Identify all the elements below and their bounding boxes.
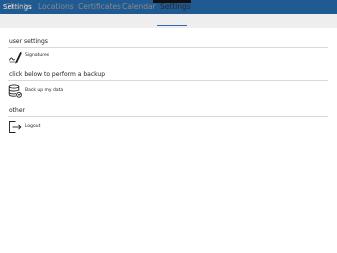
logout-icon xyxy=(8,119,22,133)
tab-settings[interactable]: Settings xyxy=(160,2,191,12)
signature-pen-icon xyxy=(8,49,22,64)
backup-item[interactable]: Back up my data xyxy=(8,83,158,99)
tab-locations[interactable]: Locations xyxy=(38,2,74,12)
section-divider xyxy=(8,80,328,81)
signatures-label: Signatures xyxy=(25,53,50,58)
tab-calendar[interactable]: Calendar xyxy=(122,2,156,12)
active-tab-indicator xyxy=(157,25,187,26)
section-title-other: other xyxy=(9,107,25,114)
logout-label: Logout xyxy=(25,124,41,129)
database-backup-icon xyxy=(8,83,22,98)
tab-certificates[interactable]: Certificates xyxy=(78,2,121,12)
tab-clients[interactable]: Clients xyxy=(5,2,31,12)
section-divider xyxy=(8,116,328,117)
section-divider xyxy=(8,47,328,48)
signatures-item[interactable]: Signatures xyxy=(8,49,158,65)
logout-item[interactable]: Logout xyxy=(8,119,158,135)
backup-label: Back up my data xyxy=(25,88,64,93)
section-title-backup: click below to perform a backup xyxy=(9,71,106,78)
section-title-user-settings: user settings xyxy=(9,38,48,45)
